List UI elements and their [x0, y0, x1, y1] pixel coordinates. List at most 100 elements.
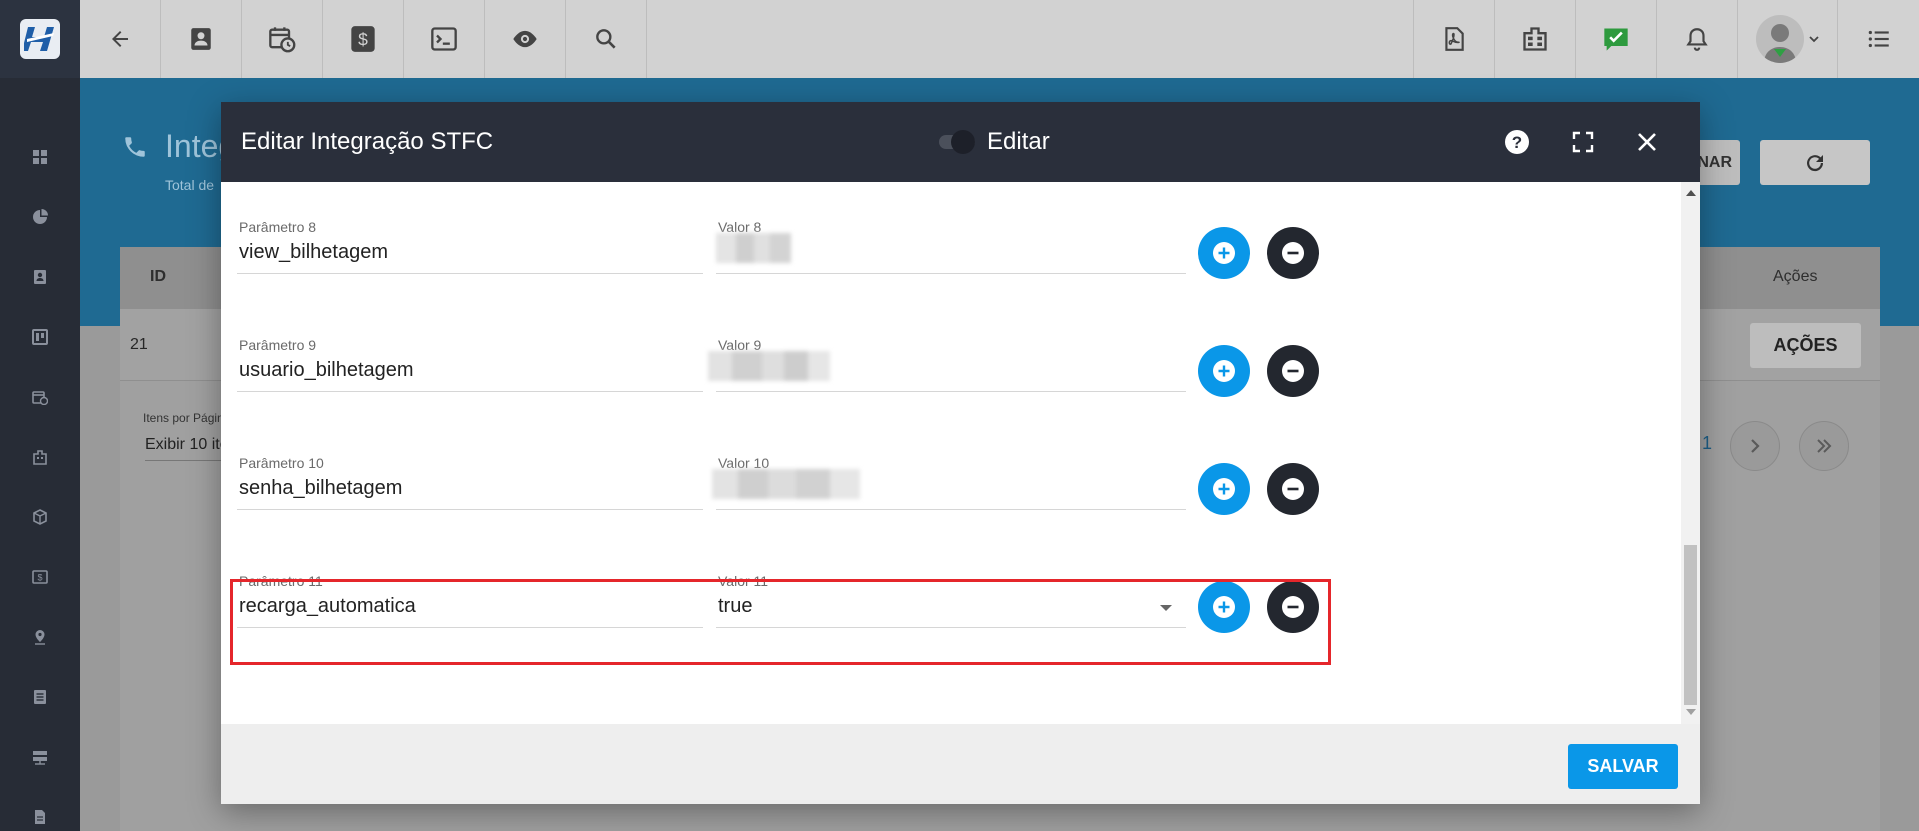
minus-circle-icon: [1282, 596, 1304, 618]
back-button[interactable]: [80, 0, 161, 78]
remove-param-button[interactable]: [1267, 227, 1319, 279]
next-page-button[interactable]: [1730, 421, 1780, 471]
sidebar-item-companies[interactable]: [0, 437, 80, 477]
plus-circle-icon: [1213, 360, 1235, 382]
add-param-button[interactable]: [1198, 463, 1250, 515]
param-name-value: usuario_bilhetagem: [239, 359, 414, 381]
remove-param-button[interactable]: [1267, 581, 1319, 633]
param-row-8: Parâmetro 8 view_bilhetagem Valor 8: [221, 219, 1661, 315]
sidebar-item-schedule[interactable]: [0, 377, 80, 417]
param-name-label: Parâmetro 8: [239, 219, 317, 235]
app-root: $ $ Integ Total de NAR ID Ações 21 AÇÕES…: [0, 0, 1919, 831]
refresh-button[interactable]: [1760, 140, 1870, 185]
scroll-up-icon[interactable]: [1686, 190, 1696, 196]
building-icon: [33, 450, 47, 465]
refresh-icon: [1807, 154, 1824, 171]
param-name-label: Parâmetro 9: [239, 337, 317, 353]
sidebar-item-kanban[interactable]: [0, 317, 80, 357]
add-param-button[interactable]: [1198, 345, 1250, 397]
remove-param-button[interactable]: [1267, 345, 1319, 397]
view-button[interactable]: [485, 0, 566, 78]
page-subtitle: Total de: [165, 177, 215, 193]
sidebar-item-locations[interactable]: [0, 617, 80, 657]
blurred-value: [712, 469, 860, 499]
sidebar-item-reports[interactable]: [0, 197, 80, 237]
sidebar-item-contacts[interactable]: [0, 257, 80, 297]
edit-toggle-label: Editar: [987, 128, 1050, 155]
company-button[interactable]: [1495, 0, 1576, 78]
finance-button[interactable]: $: [323, 0, 404, 78]
money-icon: $: [32, 570, 48, 584]
sidebar-item-finance[interactable]: $: [0, 557, 80, 597]
param-value-label: Valor 11: [718, 573, 769, 589]
contact-icon: [34, 270, 46, 284]
phone-icon: [125, 137, 145, 157]
param-row-10: Parâmetro 10 senha_bilhetagem Valor 10: [221, 455, 1661, 551]
building-icon: [1523, 27, 1547, 51]
minus-circle-icon: [1282, 242, 1304, 264]
field-underline: [237, 627, 703, 628]
approvals-button[interactable]: [1576, 0, 1657, 78]
terminal-icon: [431, 27, 457, 51]
scroll-down-icon[interactable]: [1686, 709, 1696, 715]
help-button[interactable]: ?: [1501, 126, 1533, 158]
main-menu-button[interactable]: [1838, 0, 1919, 78]
sidebar-item-lists[interactable]: [0, 677, 80, 717]
param-value-value: true: [718, 595, 753, 617]
sidebar: $: [0, 78, 80, 831]
table-cell-id: 21: [130, 336, 148, 353]
param-row-9: Parâmetro 9 usuario_bilhetagem Valor 9: [221, 337, 1661, 433]
location-icon: [35, 630, 45, 645]
close-button[interactable]: [1631, 126, 1663, 158]
dropdown-arrow-icon: [1160, 605, 1172, 611]
app-logo[interactable]: [0, 0, 80, 78]
minus-circle-icon: [1282, 478, 1304, 500]
dollar-icon: $: [351, 26, 375, 52]
modal-footer: SALVAR: [221, 724, 1700, 804]
list-icon: [34, 690, 46, 704]
edit-toggle[interactable]: [935, 130, 979, 154]
search-icon: [596, 29, 616, 49]
remove-param-button[interactable]: [1267, 463, 1319, 515]
toolbar-spacer: [647, 0, 1414, 78]
contacts-button[interactable]: [161, 0, 242, 78]
scroll-thumb[interactable]: [1684, 545, 1697, 705]
user-menu-button[interactable]: [1738, 0, 1838, 78]
modal-header: Editar Integração STFC Editar ?: [221, 102, 1700, 182]
last-page-button[interactable]: [1799, 421, 1849, 471]
sidebar-item-products[interactable]: [0, 497, 80, 537]
fullscreen-button[interactable]: [1567, 126, 1599, 158]
sidebar-item-documents[interactable]: [0, 797, 80, 831]
schedule-button[interactable]: [242, 0, 323, 78]
user-avatar-icon: [1755, 15, 1804, 63]
param-name-value: view_bilhetagem: [239, 241, 388, 263]
column-header-id: ID: [150, 268, 166, 285]
pdf-button[interactable]: [1414, 0, 1495, 78]
chevron-right-icon: [1751, 439, 1760, 453]
sidebar-item-dashboard[interactable]: [0, 137, 80, 177]
field-underline: [237, 391, 703, 392]
close-icon: [1638, 133, 1656, 151]
blurred-value: [716, 233, 791, 263]
modal-scrollbar[interactable]: [1681, 182, 1700, 724]
svg-text:$: $: [37, 573, 42, 583]
row-actions-button[interactable]: AÇÕES: [1750, 323, 1861, 368]
notifications-button[interactable]: [1657, 0, 1738, 78]
field-underline: [237, 509, 703, 510]
search-button[interactable]: [566, 0, 647, 78]
field-underline: [716, 509, 1186, 510]
terminal-button[interactable]: [404, 0, 485, 78]
save-button[interactable]: SALVAR: [1568, 744, 1678, 789]
sidebar-item-servers[interactable]: [0, 737, 80, 777]
add-param-button[interactable]: [1198, 581, 1250, 633]
toggle-knob: [951, 130, 975, 154]
server-icon: [33, 751, 47, 765]
calendar-clock-icon: [269, 27, 296, 53]
add-param-button[interactable]: [1198, 227, 1250, 279]
svg-text:?: ?: [1512, 133, 1522, 152]
param-name-label: Parâmetro 10: [239, 455, 324, 471]
plus-circle-icon: [1213, 478, 1235, 500]
param-name-value: senha_bilhetagem: [239, 477, 403, 499]
field-underline: [716, 627, 1186, 628]
plus-circle-icon: [1213, 596, 1235, 618]
